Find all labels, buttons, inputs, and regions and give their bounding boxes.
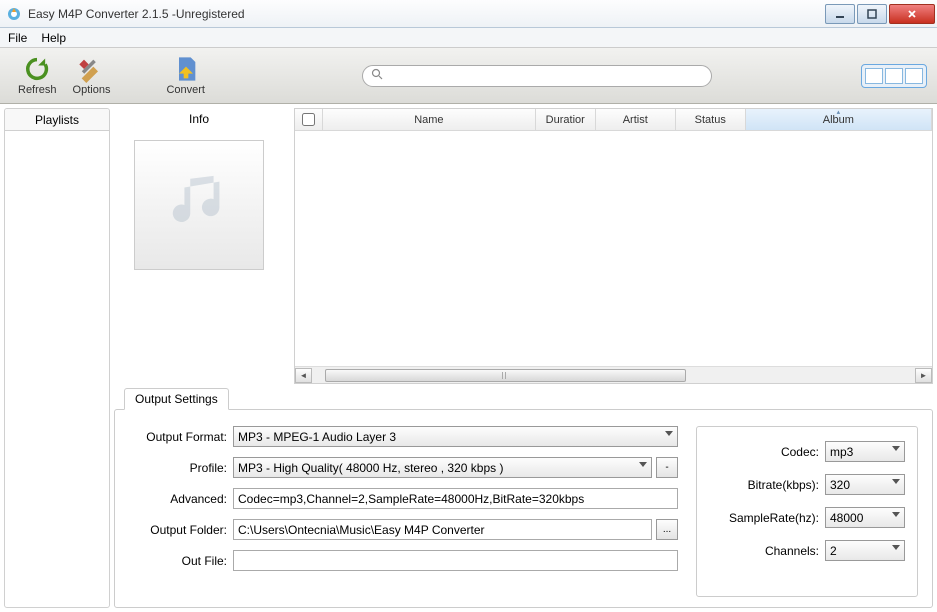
codec-combo[interactable]: mp3 [825,441,905,462]
refresh-label: Refresh [18,84,57,96]
advanced-input[interactable]: Codec=mp3,Channel=2,SampleRate=48000Hz,B… [233,488,678,509]
table-body [295,131,932,366]
col-checkbox[interactable] [295,109,323,130]
minimize-button[interactable] [825,4,855,24]
music-note-icon [164,170,234,240]
chevron-down-icon [639,462,647,467]
table-header: Name Duratior Artist Status ▴Album [295,109,932,131]
window-title: Easy M4P Converter 2.1.5 -Unregistered [28,7,825,21]
output-settings: Output Settings Output Format: MP3 - MPE… [114,388,933,608]
col-duration[interactable]: Duratior [536,109,596,130]
codec-group: Codec: mp3 Bitrate(kbps): 320 SampleRate… [696,426,918,597]
col-album[interactable]: ▴Album [746,109,932,130]
bitrate-combo[interactable]: 320 [825,474,905,495]
outfile-label: Out File: [129,554,227,568]
col-artist[interactable]: Artist [596,109,676,130]
refresh-icon [23,55,51,83]
codec-label: Codec: [709,445,819,459]
view-mode-3[interactable] [905,68,923,84]
chevron-down-icon [892,545,900,550]
app-icon [6,6,22,22]
playlists-header: Playlists [5,109,109,131]
search-input[interactable] [387,69,703,83]
col-name[interactable]: Name [323,109,536,130]
chevron-down-icon [892,512,900,517]
channels-combo[interactable]: 2 [825,540,905,561]
profile-remove-button[interactable]: - [656,457,678,478]
info-pane: Info [114,108,284,384]
channels-label: Channels: [709,544,819,558]
menubar: File Help [0,28,937,48]
convert-label: Convert [166,84,205,96]
scroll-track[interactable] [312,368,915,383]
search-box[interactable] [362,65,712,87]
maximize-button[interactable] [857,4,887,24]
bitrate-label: Bitrate(kbps): [709,478,819,492]
col-status[interactable]: Status [676,109,746,130]
advanced-label: Advanced: [129,492,227,506]
scroll-thumb[interactable] [325,369,686,382]
toolbar: Refresh Options Convert [0,48,937,104]
folder-label: Output Folder: [129,523,227,537]
h-scrollbar[interactable]: ◄ ► [295,366,932,383]
view-mode-1[interactable] [865,68,883,84]
menu-file[interactable]: File [8,31,27,45]
info-title: Info [114,108,284,130]
search-icon [371,68,383,83]
chevron-down-icon [892,446,900,451]
convert-icon [172,55,200,83]
profile-label: Profile: [129,461,227,475]
titlebar: Easy M4P Converter 2.1.5 -Unregistered [0,0,937,28]
profile-combo[interactable]: MP3 - High Quality( 48000 Hz, stereo , 3… [233,457,652,478]
format-label: Output Format: [129,430,227,444]
options-button[interactable]: Options [65,53,119,98]
convert-button[interactable]: Convert [158,53,213,98]
menu-help[interactable]: Help [41,31,66,45]
refresh-button[interactable]: Refresh [10,53,65,98]
outfile-input[interactable] [233,550,678,571]
scroll-left-arrow[interactable]: ◄ [295,368,312,383]
playlists-pane: Playlists [4,108,110,608]
samplerate-combo[interactable]: 48000 [825,507,905,528]
view-mode-group [861,64,927,88]
close-button[interactable] [889,4,935,24]
folder-input[interactable]: C:\Users\Ontecnia\Music\Easy M4P Convert… [233,519,652,540]
scroll-right-arrow[interactable]: ► [915,368,932,383]
select-all-checkbox[interactable] [302,113,315,126]
track-table: Name Duratior Artist Status ▴Album ◄ ► [294,108,933,384]
options-icon [77,55,105,83]
chevron-down-icon [892,479,900,484]
samplerate-label: SampleRate(hz): [709,511,819,525]
chevron-down-icon [665,431,673,436]
album-art [134,140,264,270]
format-combo[interactable]: MP3 - MPEG-1 Audio Layer 3 [233,426,678,447]
view-mode-2[interactable] [885,68,903,84]
settings-tab[interactable]: Output Settings [124,388,229,410]
options-label: Options [73,84,111,96]
sort-caret-icon: ▴ [837,108,841,116]
folder-browse-button[interactable]: ... [656,519,678,540]
